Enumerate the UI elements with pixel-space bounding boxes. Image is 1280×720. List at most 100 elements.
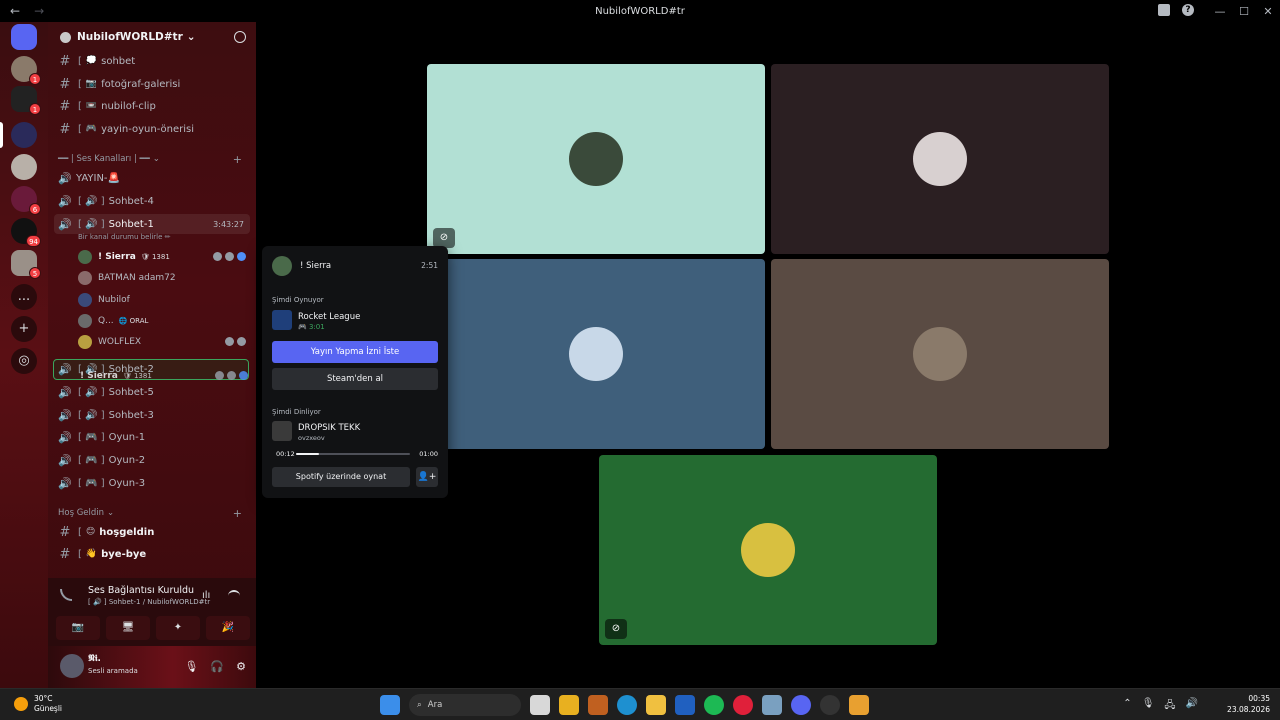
server-icon[interactable]: 5 bbox=[11, 250, 41, 279]
window-controls: — ☐ ✕ bbox=[1208, 0, 1280, 22]
voice-member[interactable]: Q... 🌐 ORAL bbox=[78, 311, 250, 330]
voice-channel-sohbet-3[interactable]: 🔊[ 🔊 ] Sohbet-3 bbox=[54, 405, 250, 425]
voice-member[interactable]: WOLFLEX bbox=[78, 332, 250, 351]
spotify-icon[interactable] bbox=[704, 695, 724, 715]
voice-member[interactable]: Nubilof bbox=[78, 290, 250, 309]
server-icon[interactable] bbox=[11, 154, 37, 180]
user-bar: 𝕹𝖎. Sesli aramada 🎙 🎧 ⚙ bbox=[48, 646, 256, 688]
server-icon[interactable]: 94 bbox=[11, 218, 41, 247]
app-icon[interactable] bbox=[849, 695, 869, 715]
app-icon[interactable] bbox=[762, 695, 782, 715]
video-tile[interactable]: ⊘ bbox=[427, 64, 765, 254]
channel-name: YAYIN-🚨 bbox=[76, 172, 120, 184]
disconnect-icon[interactable] bbox=[228, 590, 240, 596]
voice-channel-path[interactable]: [ 🔊 ] Sohbet-1 / NubilofWORLD#tr bbox=[88, 598, 210, 606]
server-icon[interactable] bbox=[11, 122, 37, 148]
video-tile[interactable] bbox=[771, 259, 1109, 449]
back-arrow-icon[interactable]: ← bbox=[10, 4, 20, 18]
help-icon[interactable]: ? bbox=[1182, 4, 1194, 16]
windows-start-icon[interactable] bbox=[380, 695, 400, 715]
voice-channel-yayin[interactable]: 🔊 YAYIN-🚨 bbox=[54, 168, 250, 188]
steam-button[interactable]: Steam'den al bbox=[272, 368, 438, 390]
channel-hosgeldin[interactable]: #[ 😊 hoşgeldin bbox=[54, 522, 250, 542]
channel-yayin-oyun-onerisi[interactable]: #[ 🎮 yayin-oyun-önerisi bbox=[54, 119, 250, 139]
server-icon[interactable]: 1 bbox=[11, 86, 41, 115]
voice-channel-sohbet-4[interactable]: 🔊[ 🔊 ] Sohbet-4 bbox=[54, 191, 250, 211]
volume-icon[interactable]: 🔊 bbox=[1186, 698, 1198, 715]
user-name[interactable]: ! Sierra bbox=[300, 261, 331, 271]
add-friend-icon[interactable]: 👤+ bbox=[416, 467, 438, 487]
app-icon[interactable] bbox=[559, 695, 579, 715]
microphone-icon[interactable]: 🎙 bbox=[1142, 698, 1155, 715]
voice-channel-sohbet-1[interactable]: 🔊[ 🔊 ] Sohbet-1 3:43:27 bbox=[54, 214, 250, 234]
forward-arrow-icon[interactable]: → bbox=[34, 4, 44, 18]
chevron-up-icon[interactable]: ⌃ bbox=[1123, 698, 1131, 715]
voice-channel-oyun-3[interactable]: 🔊[ 🎮 ] Oyun-3 bbox=[54, 473, 250, 493]
headphones-icon[interactable]: 🎧 bbox=[210, 660, 224, 673]
opera-icon[interactable] bbox=[733, 695, 753, 715]
discord-home-icon[interactable] bbox=[11, 24, 37, 50]
close-button[interactable]: ✕ bbox=[1256, 5, 1280, 18]
soundboard-button[interactable]: 🎉 bbox=[206, 616, 250, 640]
add-channel-icon[interactable]: + bbox=[233, 507, 242, 520]
user-name[interactable]: 𝕹𝖎. bbox=[88, 654, 101, 664]
server-icon[interactable]: 1 bbox=[11, 56, 41, 85]
video-tile[interactable] bbox=[771, 64, 1109, 254]
noise-suppression-icon[interactable]: ılı bbox=[202, 590, 214, 601]
avatar[interactable] bbox=[60, 654, 84, 678]
discover-icon[interactable]: ◎ bbox=[11, 348, 37, 374]
edge-icon[interactable] bbox=[617, 695, 637, 715]
user-status: Sesli aramada bbox=[88, 667, 138, 675]
invite-icon[interactable] bbox=[234, 31, 246, 43]
voice-channel-sohbet-5[interactable]: 🔊[ 🔊 ] Sohbet-5 bbox=[54, 382, 250, 402]
voice-status-text[interactable]: Ses Bağlantısı Kuruldu bbox=[88, 585, 194, 596]
screen-share-button[interactable]: 🖥 bbox=[106, 616, 150, 640]
voice-channel-oyun-2[interactable]: 🔊[ 🎮 ] Oyun-2 bbox=[54, 450, 250, 470]
network-icon[interactable]: 🖧 bbox=[1164, 698, 1175, 715]
channel-bye-bye[interactable]: #[ 👋 bye-bye bbox=[54, 544, 250, 564]
avatar[interactable] bbox=[272, 256, 292, 276]
inbox-icon[interactable] bbox=[1158, 4, 1170, 16]
video-tile[interactable]: ⊘ bbox=[599, 455, 937, 645]
activities-button[interactable]: ✦ bbox=[156, 616, 200, 640]
discord-icon[interactable] bbox=[791, 695, 811, 715]
voice-duration: 2:51 bbox=[421, 261, 438, 270]
category-voice[interactable]: ━━ | Ses Kanalları | ━━ ⌄ + bbox=[58, 153, 248, 166]
file-explorer-icon[interactable] bbox=[646, 695, 666, 715]
channel-status-prompt[interactable]: Bir kanal durumu belirle ✏ bbox=[78, 233, 171, 241]
stream-off-icon bbox=[237, 337, 246, 346]
signal-icon[interactable] bbox=[60, 589, 72, 601]
minimize-button[interactable]: — bbox=[1208, 5, 1232, 18]
maximize-button[interactable]: ☐ bbox=[1232, 5, 1256, 18]
voice-member[interactable]: BATMAN adam72 bbox=[78, 268, 250, 287]
music-activity: DROPSIK TEKK ovzxeov bbox=[272, 421, 438, 445]
server-icon[interactable]: 6 bbox=[11, 186, 41, 215]
store-icon[interactable] bbox=[675, 695, 695, 715]
settings-gear-icon[interactable]: ⚙ bbox=[236, 660, 246, 673]
add-server-icon[interactable]: + bbox=[11, 316, 37, 342]
video-tile[interactable] bbox=[427, 259, 765, 449]
app-icon[interactable] bbox=[820, 695, 840, 715]
channel-fotograf-galerisi[interactable]: #[ 📷 fotoğraf-galerisi bbox=[54, 74, 250, 94]
voice-channel-oyun-1[interactable]: 🔊[ 🎮 ] Oyun-1 bbox=[54, 427, 250, 447]
avatar bbox=[741, 523, 795, 577]
category-welcome[interactable]: Hoş Geldin ⌄ + bbox=[58, 507, 248, 520]
app-icon[interactable] bbox=[588, 695, 608, 715]
camera-off-button[interactable]: 📷 bbox=[56, 616, 100, 640]
guild-header[interactable]: NubilofWORLD#tr ⌄ bbox=[48, 22, 256, 52]
member-name: ! Sierra bbox=[98, 251, 136, 262]
more-servers-icon[interactable]: ... bbox=[11, 284, 37, 310]
task-view-icon[interactable] bbox=[530, 695, 550, 715]
channel-sohbet[interactable]: #[ 💭 sohbet bbox=[54, 51, 250, 71]
add-channel-icon[interactable]: + bbox=[233, 153, 242, 166]
taskbar-search[interactable]: ⌕ Ara bbox=[409, 694, 521, 716]
spotify-play-button[interactable]: Spotify üzerinde oynat bbox=[272, 467, 410, 487]
weather-widget[interactable]: 30°C Güneşli bbox=[14, 694, 62, 714]
clock[interactable]: 00:35 23.08.2026 bbox=[1227, 693, 1270, 715]
channel-nubilof-clip[interactable]: #[ 📼 nubilof-clip bbox=[54, 96, 250, 116]
stream-off-icon bbox=[225, 252, 234, 261]
microphone-icon[interactable]: 🎙 bbox=[184, 660, 198, 673]
member-name: Nubilof bbox=[98, 294, 130, 305]
voice-member[interactable]: ! Sierra 🛡 1381 bbox=[78, 247, 250, 266]
request-stream-button[interactable]: Yayın Yapma İzni İste bbox=[272, 341, 438, 363]
